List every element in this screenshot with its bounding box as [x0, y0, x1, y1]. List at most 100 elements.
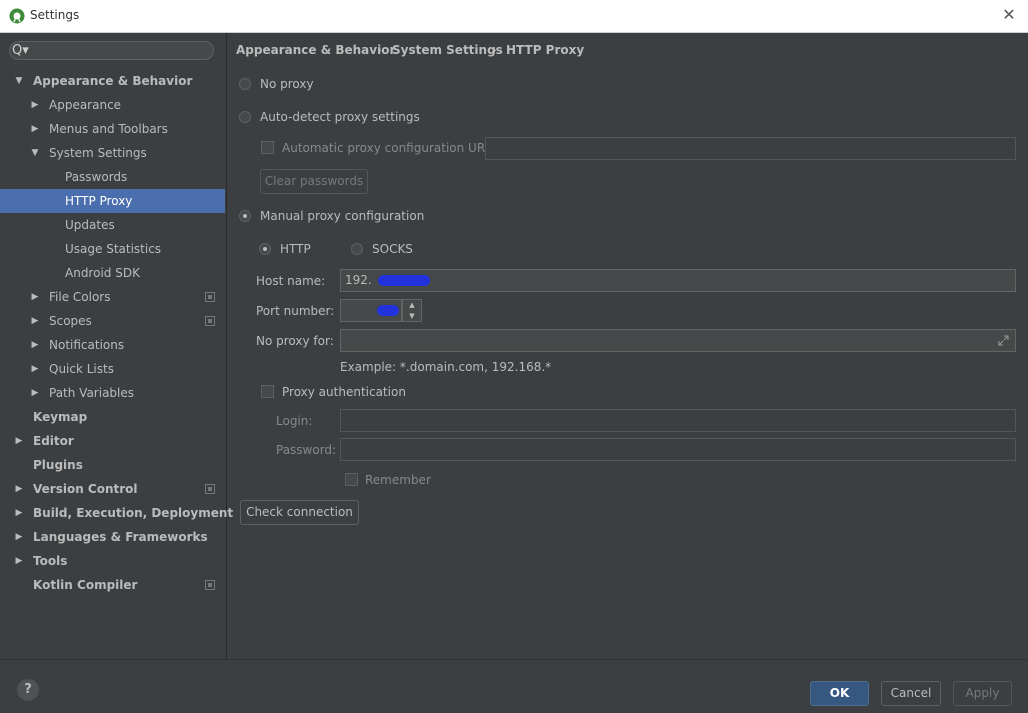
sidebar-item-version-control[interactable]: ▶ Version Control [0, 477, 225, 501]
remember-checkbox[interactable] [345, 473, 358, 486]
sidebar-item-kotlin-compiler[interactable]: Kotlin Compiler [0, 573, 225, 597]
http-radio[interactable] [259, 243, 271, 255]
project-scope-icon [205, 316, 215, 326]
socks-radio[interactable] [351, 243, 363, 255]
sidebar-item-file-colors[interactable]: ▶ File Colors [0, 285, 225, 309]
port-number-input[interactable] [340, 299, 402, 322]
sidebar-item-http-proxy[interactable]: HTTP Proxy [0, 189, 225, 213]
chevron-right-icon[interactable]: ▶ [13, 525, 25, 549]
auto-detect-radio[interactable] [239, 111, 251, 123]
ok-button[interactable]: OK [810, 681, 869, 706]
search-input[interactable]: Q▾ [9, 41, 214, 60]
expand-icon[interactable] [998, 335, 1009, 346]
sidebar-item-build-execution-deployment[interactable]: ▶ Build, Execution, Deployment [0, 501, 234, 525]
help-icon[interactable]: ? [17, 679, 39, 701]
auto-config-url-input[interactable] [485, 137, 1016, 160]
sidebar-item-label: File Colors [49, 290, 111, 304]
sidebar-item-notifications[interactable]: ▶ Notifications [0, 333, 225, 357]
no-proxy-for-label: No proxy for: [256, 334, 334, 348]
check-connection-button[interactable]: Check connection [240, 500, 359, 525]
spinner-up-icon[interactable]: ▲ [403, 300, 421, 310]
chevron-right-icon[interactable]: ▶ [29, 357, 41, 381]
chevron-right-icon[interactable]: ▶ [13, 549, 25, 573]
login-input[interactable] [340, 409, 1016, 432]
chevron-right-icon[interactable]: ▶ [29, 93, 41, 117]
chevron-right-icon[interactable]: ▶ [29, 381, 41, 405]
sidebar-item-label: Kotlin Compiler [33, 578, 138, 592]
host-name-label: Host name: [256, 274, 326, 288]
sidebar-item-label: System Settings [49, 146, 147, 160]
chevron-right-icon[interactable]: ▶ [13, 501, 25, 525]
dialog-footer: ? OK Cancel Apply [0, 659, 1028, 713]
no-proxy-for-input[interactable] [340, 329, 1016, 352]
sidebar-item-label: Usage Statistics [65, 242, 162, 256]
proxy-authentication-checkbox[interactable] [261, 385, 274, 398]
sidebar-item-languages-frameworks[interactable]: ▶ Languages & Frameworks [0, 525, 225, 549]
sidebar-item-path-variables[interactable]: ▶ Path Variables [0, 381, 225, 405]
http-label: HTTP [280, 242, 311, 256]
apply-button[interactable]: Apply [953, 681, 1012, 706]
sidebar-item-label: Plugins [33, 458, 83, 472]
window-title: Settings [30, 8, 80, 22]
chevron-right-icon[interactable]: ▶ [29, 285, 41, 309]
auto-config-url-checkbox[interactable] [261, 141, 274, 154]
sidebar-item-label: Editor [33, 434, 74, 448]
chevron-right-icon[interactable]: ▶ [13, 477, 25, 501]
search-icon: Q▾ [12, 43, 29, 58]
port-number-label: Port number: [256, 304, 335, 318]
sidebar-item-label: Notifications [49, 338, 125, 352]
chevron-down-icon[interactable]: ▼ [13, 69, 25, 93]
login-label: Login: [276, 414, 313, 428]
sidebar-item-usage-statistics[interactable]: Usage Statistics [0, 237, 225, 261]
sidebar-item-passwords[interactable]: Passwords [0, 165, 225, 189]
sidebar-item-label: Appearance & Behavior [33, 74, 193, 88]
no-proxy-radio[interactable] [239, 78, 251, 90]
host-name-input[interactable]: 192. [340, 269, 1016, 292]
sidebar-item-appearance-behavior[interactable]: ▼ Appearance & Behavior [0, 69, 225, 93]
sidebar-item-keymap[interactable]: Keymap [0, 405, 225, 429]
no-proxy-example: Example: *.domain.com, 192.168.* [340, 360, 552, 374]
auto-config-url-label: Automatic proxy configuration URL: [282, 141, 496, 155]
chevron-right-icon[interactable]: ▶ [29, 309, 41, 333]
sidebar-item-label: Passwords [65, 170, 128, 184]
manual-proxy-radio[interactable] [239, 210, 251, 222]
proxy-authentication-label: Proxy authentication [282, 385, 406, 399]
password-input[interactable] [340, 438, 1016, 461]
close-button[interactable]: ✕ [998, 4, 1020, 26]
sidebar-item-editor[interactable]: ▶ Editor [0, 429, 225, 453]
project-scope-icon [205, 484, 215, 494]
sidebar-item-label: Android SDK [65, 266, 140, 280]
project-scope-icon [205, 580, 215, 590]
project-scope-icon [205, 292, 215, 302]
clear-passwords-button[interactable]: Clear passwords [260, 169, 368, 194]
auto-detect-label: Auto-detect proxy settings [260, 110, 420, 124]
breadcrumb-separator: › [492, 43, 497, 57]
breadcrumb-item-appearance: Appearance & Behavior [236, 43, 396, 57]
sidebar-item-system-settings[interactable]: ▼ System Settings [0, 141, 225, 165]
sidebar-item-menus-and-toolbars[interactable]: ▶ Menus and Toolbars [0, 117, 225, 141]
chevron-right-icon[interactable]: ▶ [29, 117, 41, 141]
sidebar-item-plugins[interactable]: Plugins [0, 453, 225, 477]
spinner-down-icon[interactable]: ▼ [403, 311, 421, 321]
port-spinner[interactable]: ▲ ▼ [402, 299, 422, 322]
redaction-mark [377, 275, 430, 286]
sidebar-item-updates[interactable]: Updates [0, 213, 225, 237]
chevron-right-icon[interactable]: ▶ [13, 429, 25, 453]
settings-sidebar: Q▾ ▼ Appearance & Behavior ▶ Appearance ▶ Men… [0, 33, 234, 659]
remember-label: Remember [365, 473, 431, 487]
cancel-button[interactable]: Cancel [881, 681, 941, 706]
window-title-bar: Settings ✕ [0, 0, 1028, 33]
sidebar-item-quick-lists[interactable]: ▶ Quick Lists [0, 357, 225, 381]
sidebar-item-android-sdk[interactable]: Android SDK [0, 261, 225, 285]
socks-label: SOCKS [372, 242, 413, 256]
chevron-right-icon[interactable]: ▶ [29, 333, 41, 357]
sidebar-item-label: Path Variables [49, 386, 135, 400]
chevron-down-icon[interactable]: ▼ [29, 141, 41, 165]
breadcrumb-item-http-proxy: HTTP Proxy [506, 43, 585, 57]
sidebar-item-label: Menus and Toolbars [49, 122, 168, 136]
sidebar-item-tools[interactable]: ▶ Tools [0, 549, 225, 573]
sidebar-item-label: Scopes [49, 314, 92, 328]
sidebar-item-appearance[interactable]: ▶ Appearance [0, 93, 225, 117]
sidebar-item-scopes[interactable]: ▶ Scopes [0, 309, 225, 333]
sidebar-item-label: Quick Lists [49, 362, 114, 376]
